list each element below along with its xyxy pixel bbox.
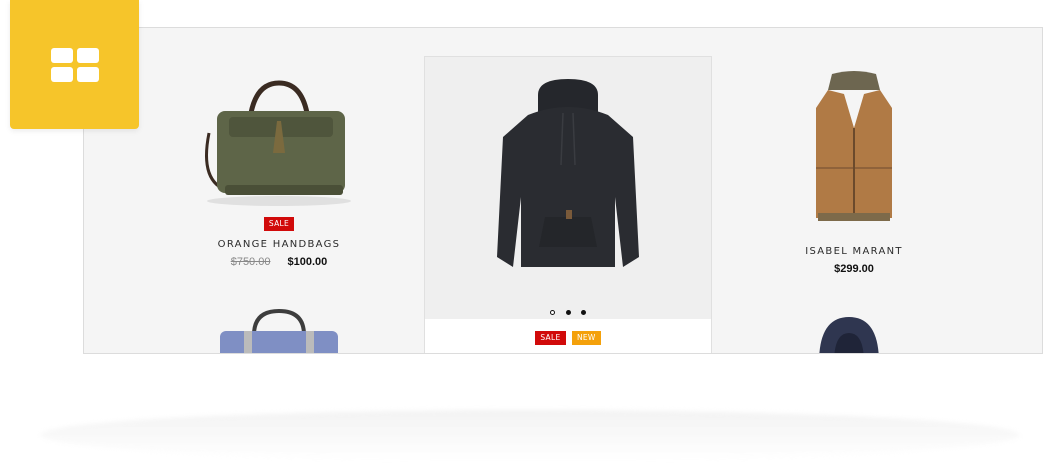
current-price: $100.00 <box>287 256 328 268</box>
carousel-dots <box>425 302 711 320</box>
hoodie-image[interactable] <box>425 57 711 297</box>
product-name[interactable]: ORANGE HANDBAGS <box>174 239 384 250</box>
old-price: $750.00 <box>230 256 271 268</box>
current-price: $299.00 <box>834 263 874 275</box>
jacket-image-partial[interactable] <box>799 313 899 354</box>
featured-product-card[interactable]: SALE NEW <box>424 56 712 353</box>
new-tag: NEW <box>571 331 601 345</box>
featured-image-area <box>425 57 711 319</box>
product-card-handbag[interactable]: SALE ORANGE HANDBAGS $750.00 $100.00 <box>174 73 384 268</box>
product-grid: SALE ORANGE HANDBAGS $750.00 $100.00 SAL… <box>83 27 1043 354</box>
product-prices: $299.00 <box>749 263 959 275</box>
carousel-dot-3[interactable] <box>580 310 586 315</box>
product-card-vest[interactable]: ISABEL MARANT $299.00 <box>749 68 959 275</box>
grid-view-badge[interactable] <box>10 0 139 129</box>
carousel-dot-2[interactable] <box>565 310 571 315</box>
handbag-image[interactable] <box>189 73 369 213</box>
vest-image[interactable] <box>794 68 914 228</box>
sale-tag: SALE <box>263 217 295 231</box>
featured-tags: SALE NEW <box>425 327 711 345</box>
backpack-image-partial[interactable] <box>214 305 344 354</box>
sale-tag: SALE <box>535 331 566 345</box>
carousel-dot-1[interactable] <box>550 310 556 315</box>
product-prices: $750.00 $100.00 <box>174 256 384 268</box>
panel-shadow <box>40 410 1020 460</box>
product-name[interactable]: ISABEL MARANT <box>749 246 959 257</box>
grid-icon <box>50 47 99 82</box>
